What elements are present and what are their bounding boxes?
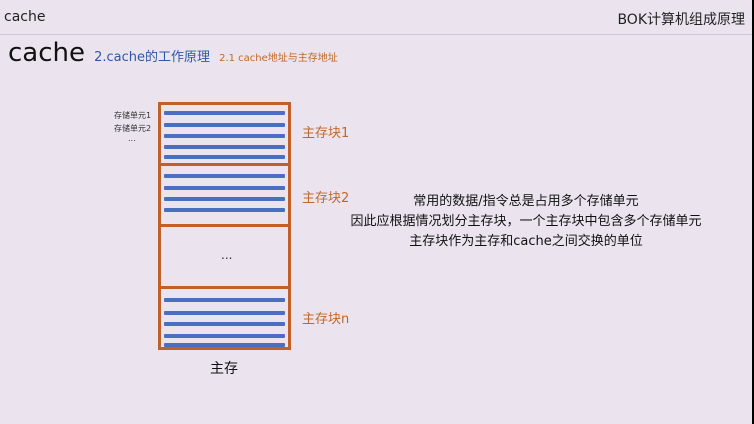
storage-unit bbox=[164, 311, 285, 315]
storage-unit bbox=[164, 155, 285, 159]
slide-heading: cache 2.cache的工作原理 2.1 cache地址与主存地址 bbox=[8, 38, 338, 70]
block-label-1: 主存块1 bbox=[302, 126, 350, 141]
window-title: cache bbox=[4, 9, 46, 25]
course-title: BOK计算机组成原理 bbox=[617, 12, 745, 28]
subsection-title: 2.1 cache地址与主存地址 bbox=[219, 53, 338, 64]
storage-unit bbox=[164, 123, 285, 127]
storage-unit bbox=[164, 343, 285, 347]
memory-block-n bbox=[161, 286, 288, 347]
description: 常用的数据/指令总是占用多个存储单元 因此应根据情况划分主存块，一个主存块中包含… bbox=[336, 192, 716, 252]
storage-unit bbox=[164, 197, 285, 201]
unit-label-dots: ... bbox=[128, 134, 136, 143]
slide: cache BOK计算机组成原理 cache 2.cache的工作原理 2.1 … bbox=[0, 0, 752, 424]
storage-unit bbox=[164, 111, 285, 115]
description-line-2: 因此应根据情况划分主存块，一个主存块中包含多个存储单元 bbox=[350, 214, 702, 229]
storage-unit bbox=[164, 145, 285, 149]
top-bar: cache BOK计算机组成原理 bbox=[0, 0, 752, 35]
storage-unit bbox=[164, 208, 285, 212]
storage-unit bbox=[164, 322, 285, 326]
storage-unit bbox=[164, 186, 285, 190]
main-memory-diagram: ... bbox=[158, 102, 291, 350]
unit-label-1: 存储单元1 bbox=[114, 111, 152, 120]
description-line-3: 主存块作为主存和cache之间交换的单位 bbox=[409, 234, 643, 249]
memory-block-2 bbox=[161, 166, 288, 227]
slide-title: cache bbox=[8, 38, 85, 68]
storage-unit bbox=[164, 334, 285, 338]
unit-label-2: 存储单元2 bbox=[114, 124, 152, 133]
main-memory-label: 主存 bbox=[210, 361, 238, 377]
storage-unit bbox=[164, 134, 285, 138]
description-line-1: 常用的数据/指令总是占用多个存储单元 bbox=[413, 194, 639, 209]
memory-block-1 bbox=[161, 105, 288, 166]
storage-unit bbox=[164, 298, 285, 302]
omitted-blocks-ellipsis: ... bbox=[221, 248, 233, 262]
section-title: 2.cache的工作原理 bbox=[94, 50, 210, 65]
storage-unit bbox=[164, 174, 285, 178]
block-label-n: 主存块n bbox=[302, 312, 350, 327]
